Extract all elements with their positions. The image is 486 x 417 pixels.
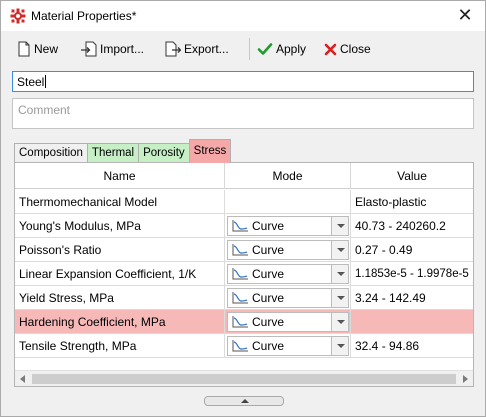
- table-row[interactable]: Linear Expansion Coefficient, 1/K Curve …: [15, 262, 473, 286]
- scroll-left-arrow-icon[interactable]: [20, 375, 25, 383]
- comment-field[interactable]: Comment: [12, 98, 474, 129]
- mode-value: Curve: [252, 267, 285, 281]
- row-value[interactable]: 1.1853e-5 - 1.9978e-5: [351, 262, 473, 286]
- chevron-down-icon[interactable]: [331, 313, 348, 331]
- title-bar: Material Properties* ✕: [1, 1, 485, 31]
- import-button-label: Import...: [100, 42, 145, 56]
- tab-composition[interactable]: Composition: [14, 143, 88, 163]
- row-name: Yield Stress, MPa: [15, 286, 225, 310]
- table-row[interactable]: Young's Modulus, MPa Curve 40.73 - 24026…: [15, 214, 473, 238]
- material-name-value: Steel: [17, 75, 45, 89]
- red-x-icon: [324, 43, 337, 55]
- row-name: Tensile Strength, MPa: [15, 334, 225, 358]
- row-value[interactable]: 3.24 - 142.49: [351, 286, 473, 310]
- tab-thermal[interactable]: Thermal: [86, 143, 140, 163]
- app-logo-icon: [10, 8, 26, 24]
- row-value[interactable]: 32.4 - 94.86: [351, 334, 473, 358]
- expand-panel-handle[interactable]: [204, 396, 284, 406]
- text-cursor: [45, 75, 47, 88]
- row-value[interactable]: 40.73 - 240260.2: [351, 214, 473, 238]
- mode-dropdown[interactable]: Curve: [227, 264, 349, 284]
- scrollbar-thumb[interactable]: [32, 374, 456, 384]
- toolbar: New Import... Export... Apply Close: [1, 32, 485, 64]
- table-row[interactable]: Tensile Strength, MPa Curve 32.4 - 94.86: [15, 334, 473, 358]
- row-mode-cell: Curve: [225, 238, 351, 262]
- curve-icon: [232, 292, 248, 304]
- checkmark-icon: [257, 43, 273, 55]
- row-mode-cell: Curve: [225, 286, 351, 310]
- curve-icon: [232, 340, 248, 352]
- property-tabs: Composition Thermal Porosity Stress: [14, 139, 232, 163]
- horizontal-scrollbar[interactable]: [15, 370, 473, 386]
- row-name: Thermomechanical Model: [15, 190, 225, 214]
- mode-value: Curve: [252, 339, 285, 353]
- import-icon: [81, 41, 97, 57]
- row-value[interactable]: [351, 310, 473, 334]
- mode-value: Curve: [252, 219, 285, 233]
- row-mode-empty: [225, 190, 351, 214]
- curve-icon: [232, 316, 248, 328]
- row-mode-cell: Curve: [225, 310, 351, 334]
- curve-icon: [232, 268, 248, 280]
- export-icon: [165, 41, 181, 57]
- row-value[interactable]: Elasto-plastic: [351, 190, 473, 214]
- row-mode-cell: Curve: [225, 214, 351, 238]
- export-button[interactable]: Export...: [165, 38, 229, 60]
- row-value[interactable]: 0.27 - 0.49: [351, 238, 473, 262]
- tab-stress[interactable]: Stress: [188, 139, 232, 163]
- column-header-value[interactable]: Value: [351, 163, 473, 189]
- table-row[interactable]: Yield Stress, MPa Curve 3.24 - 142.49: [15, 286, 473, 310]
- export-button-label: Export...: [184, 42, 229, 56]
- table-header: Name Mode Value: [15, 163, 473, 189]
- mode-value: Curve: [252, 291, 285, 305]
- material-properties-window: Material Properties* ✕ New Import... Exp…: [0, 0, 486, 417]
- mode-dropdown[interactable]: Curve: [227, 288, 349, 308]
- chevron-down-icon[interactable]: [331, 289, 348, 307]
- tab-porosity[interactable]: Porosity: [138, 143, 190, 163]
- new-button-label: New: [34, 42, 59, 56]
- mode-dropdown[interactable]: Curve: [227, 216, 349, 236]
- apply-button-label: Apply: [276, 42, 307, 56]
- stress-properties-table: Name Mode Value Thermomechanical Model E…: [14, 162, 474, 387]
- row-mode-cell: Curve: [225, 262, 351, 286]
- row-name: Young's Modulus, MPa: [15, 214, 225, 238]
- new-document-icon: [18, 41, 30, 57]
- close-button-label: Close: [340, 42, 371, 56]
- row-name: Poisson's Ratio: [15, 238, 225, 262]
- close-button[interactable]: Close: [324, 38, 371, 60]
- row-name: Hardening Coefficient, MPa: [15, 310, 225, 334]
- scroll-right-arrow-icon[interactable]: [463, 375, 468, 383]
- mode-dropdown[interactable]: Curve: [227, 240, 349, 260]
- material-name-input[interactable]: Steel: [12, 71, 474, 92]
- window-title: Material Properties*: [31, 9, 137, 23]
- table-row[interactable]: Poisson's Ratio Curve 0.27 - 0.49: [15, 238, 473, 262]
- new-button[interactable]: New: [17, 38, 58, 60]
- table-row-highlighted[interactable]: Hardening Coefficient, MPa Curve: [15, 310, 473, 334]
- row-mode-cell: Curve: [225, 334, 351, 358]
- curve-icon: [232, 220, 248, 232]
- row-name: Linear Expansion Coefficient, 1/K: [15, 262, 225, 286]
- mode-dropdown[interactable]: Curve: [227, 312, 349, 332]
- mode-value: Curve: [252, 315, 285, 329]
- chevron-down-icon[interactable]: [331, 217, 348, 235]
- column-header-mode[interactable]: Mode: [225, 163, 351, 189]
- chevron-down-icon[interactable]: [331, 241, 348, 259]
- mode-value: Curve: [252, 243, 285, 257]
- chevron-down-icon[interactable]: [331, 265, 348, 283]
- apply-button[interactable]: Apply: [257, 38, 306, 60]
- import-button[interactable]: Import...: [81, 38, 144, 60]
- chevron-down-icon[interactable]: [331, 337, 348, 355]
- table-row[interactable]: Thermomechanical Model Elasto-plastic: [15, 190, 473, 214]
- toolbar-separator: [249, 38, 250, 60]
- window-close-button[interactable]: ✕: [455, 6, 475, 26]
- comment-placeholder: Comment: [18, 103, 71, 117]
- mode-dropdown[interactable]: Curve: [227, 336, 349, 356]
- column-header-name[interactable]: Name: [15, 163, 225, 189]
- curve-icon: [232, 244, 248, 256]
